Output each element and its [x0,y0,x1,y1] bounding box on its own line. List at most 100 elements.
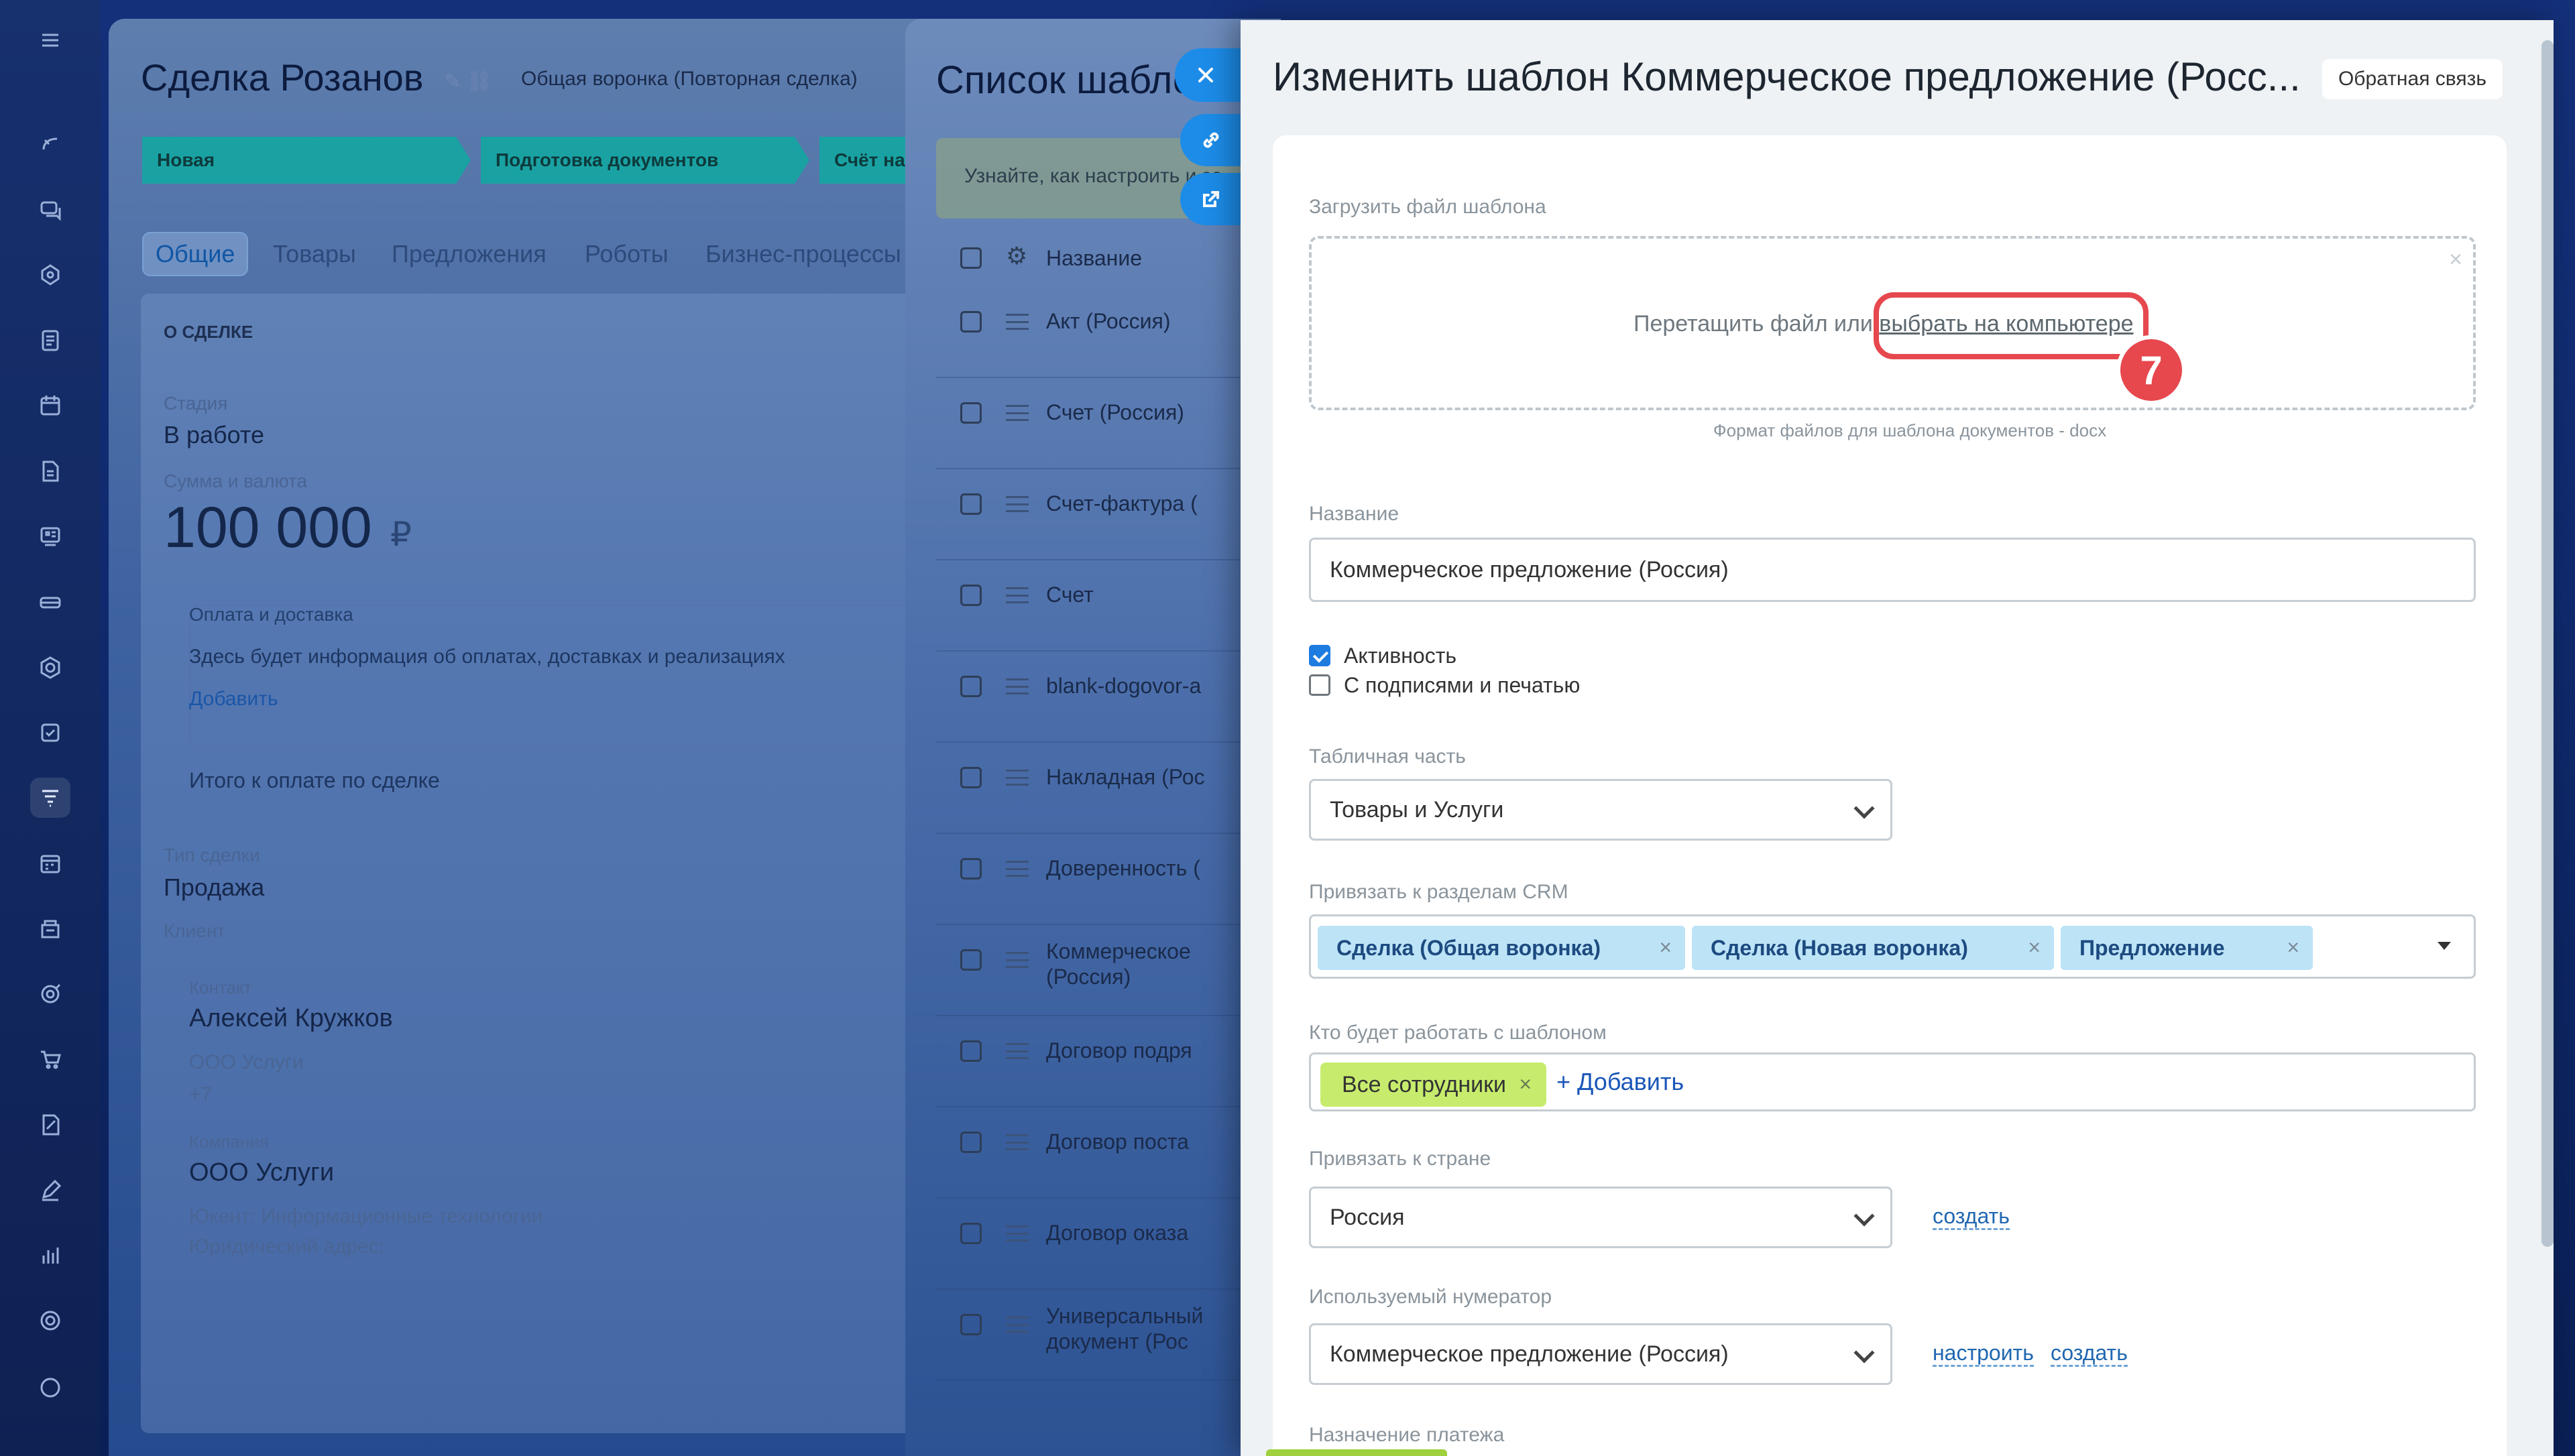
name-input[interactable]: Коммерческое предложение (Россия) [1309,538,2476,602]
drag-handle-icon[interactable] [1006,405,1029,421]
drag-handle-icon[interactable] [1006,678,1029,694]
avatar[interactable] [30,1368,70,1408]
crm-icon[interactable] [30,778,70,818]
row-checkbox[interactable] [960,949,982,971]
chat-icon[interactable] [30,190,70,230]
table-part-select[interactable]: Товары и Услуги [1309,779,1892,841]
storage-icon[interactable] [30,582,70,622]
table-row[interactable]: Договор поста [936,1107,1281,1199]
edit-icon[interactable]: ✎ ⛓ [444,70,492,93]
file-dropzone[interactable]: × Перетащить файл или выбрать на компьют… [1309,236,2476,410]
template-name[interactable]: Договор оказа [1046,1220,1188,1246]
table-row[interactable]: Коммерческое (Россия) [936,925,1281,1016]
scrollbar[interactable] [2541,40,2554,1247]
docs-icon[interactable] [30,320,70,361]
tab-general[interactable]: Общие [142,232,249,276]
sign-icon[interactable] [30,1105,70,1145]
feedback-button[interactable]: Обратная связь [2322,59,2503,99]
deal-funnel-selector[interactable]: Общая воронка (Повторная сделка) [521,68,858,90]
users-field[interactable]: Все сотрудники × + Добавить [1309,1052,2476,1111]
crm-sections-select[interactable]: Сделка (Общая воронка) × Сделка (Новая во… [1309,914,2476,979]
file-icon[interactable] [30,451,70,491]
row-checkbox[interactable] [960,767,982,788]
board-icon[interactable] [30,516,70,556]
template-name[interactable]: Коммерческое (Россия) [1046,938,1191,989]
cart-icon[interactable] [30,1039,70,1079]
tab-business-processes[interactable]: Бизнес-процессы [705,240,901,268]
remove-tag-icon[interactable]: × [1659,935,1672,960]
dropdown-arrow-icon[interactable] [2438,942,2451,950]
signatures-checkbox[interactable] [1309,674,1330,696]
table-row[interactable]: Договор оказа [936,1199,1281,1290]
remove-tag-icon[interactable]: × [2287,935,2299,960]
table-row[interactable]: Акт (Россия) [936,287,1281,378]
numerator-create-link[interactable]: создать [2051,1341,2128,1367]
crm-tag[interactable]: Сделка (Общая воронка) × [1318,926,1685,970]
drag-handle-icon[interactable] [1006,1134,1029,1150]
remove-tag-icon[interactable]: × [1519,1072,1532,1097]
select-all-checkbox[interactable] [960,247,982,269]
row-checkbox[interactable] [960,1314,982,1335]
table-row[interactable]: Счет (Россия) [936,378,1281,469]
table-row[interactable]: Счет [936,560,1281,652]
open-new-window-button[interactable] [1180,173,1247,225]
close-icon[interactable]: × [2449,247,2462,273]
contact-name[interactable]: Алексей Кружков [189,1004,393,1033]
row-checkbox[interactable] [960,493,982,515]
copy-link-button[interactable] [1180,114,1247,166]
shop-icon[interactable] [30,909,70,949]
drag-handle-icon[interactable] [1006,1043,1029,1059]
country-create-link[interactable]: создать [1933,1204,2010,1230]
menu-icon[interactable] [30,20,70,60]
template-name[interactable]: Счет [1046,582,1094,607]
pen-icon[interactable] [30,1170,70,1211]
drag-handle-icon[interactable] [1006,952,1029,968]
signatures-label[interactable]: С подписями и печатью [1344,673,1580,698]
row-checkbox[interactable] [960,585,982,606]
drag-handle-icon[interactable] [1006,587,1029,603]
numerator-configure-link[interactable]: настроить [1933,1341,2034,1367]
settings-icon[interactable] [30,1300,70,1341]
template-name[interactable]: Универсальный документ (Рос [1046,1303,1203,1354]
feed-icon[interactable] [30,124,70,164]
row-checkbox[interactable] [960,676,982,697]
drag-handle-icon[interactable] [1006,314,1029,330]
template-name[interactable]: blank-dogovor-a [1046,673,1201,699]
company-name[interactable]: ООО Услуги [189,1158,334,1187]
active-label[interactable]: Активность [1344,644,1456,668]
tab-robots[interactable]: Роботы [585,240,669,268]
remove-tag-icon[interactable]: × [2028,935,2041,960]
payment-add-link[interactable]: Добавить [189,688,278,711]
crm-tag[interactable]: Сделка (Новая воронка) × [1692,926,2054,970]
template-name[interactable]: Счет (Россия) [1046,400,1184,425]
save-button[interactable] [1266,1449,1447,1456]
drag-handle-icon[interactable] [1006,861,1029,877]
template-name[interactable]: Договор подря [1046,1038,1192,1063]
template-name[interactable]: Накладная (Рос [1046,764,1204,790]
stage-preparing-docs[interactable]: Подготовка документов [481,137,809,184]
template-name[interactable]: Акт (Россия) [1046,308,1171,334]
table-row[interactable]: Доверенность ( [936,834,1281,925]
numerator-select[interactable]: Коммерческое предложение (Россия) [1309,1323,1892,1385]
row-checkbox[interactable] [960,1223,982,1244]
drag-handle-icon[interactable] [1006,770,1029,786]
active-checkbox[interactable] [1309,645,1330,666]
table-row[interactable]: Договор подря [936,1016,1281,1107]
analytics-icon[interactable] [30,1235,70,1276]
stage-new[interactable]: Новая [142,137,471,184]
hub-icon[interactable] [30,648,70,688]
target-icon[interactable] [30,974,70,1014]
table-row[interactable]: blank-dogovor-a [936,652,1281,743]
add-user-link[interactable]: + Добавить [1556,1068,1684,1096]
collab-icon[interactable] [30,255,70,295]
table-row[interactable]: Накладная (Рос [936,743,1281,834]
row-checkbox[interactable] [960,858,982,879]
template-name[interactable]: Счет-фактура ( [1046,491,1198,516]
country-select[interactable]: Россия [1309,1187,1892,1248]
template-name[interactable]: Договор поста [1046,1129,1189,1154]
table-row[interactable]: Универсальный документ (Рос [936,1290,1281,1381]
schedule-icon[interactable] [30,843,70,884]
row-checkbox[interactable] [960,402,982,424]
row-checkbox[interactable] [960,1040,982,1062]
tasks-icon[interactable] [30,713,70,753]
